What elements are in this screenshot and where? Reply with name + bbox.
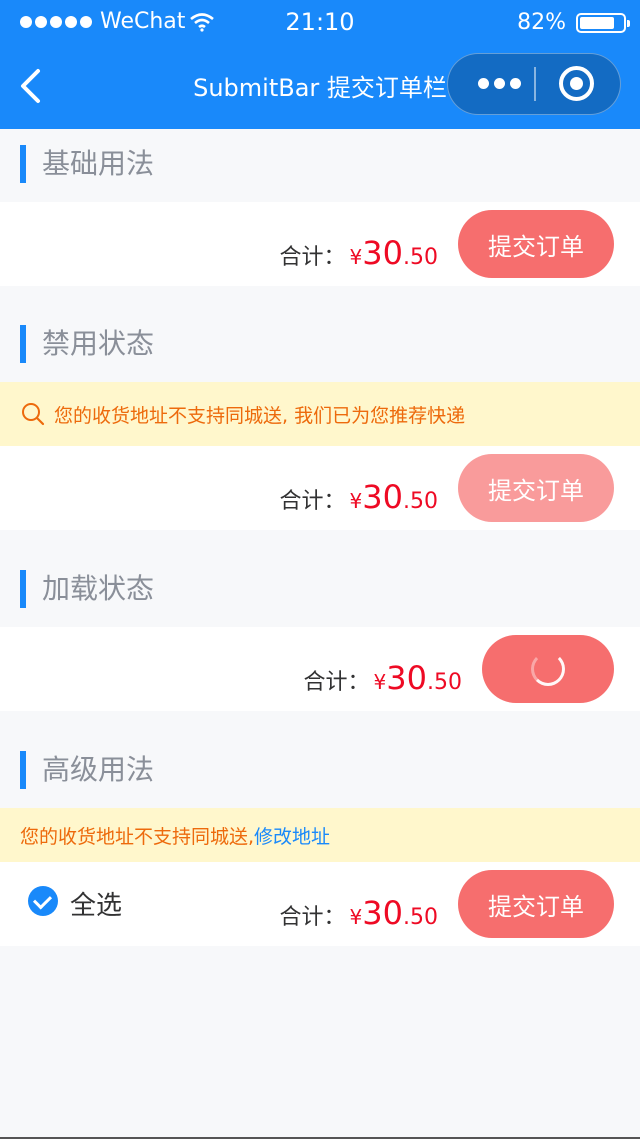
more-icon[interactable] — [468, 54, 530, 113]
mini-program-capsule — [447, 53, 621, 115]
total-price: 合计： ¥ 30 .50 — [280, 234, 438, 272]
price-decimal: .50 — [403, 245, 438, 270]
notice-bar: 您的收货地址不支持同城送, 我们已为您推荐快递 — [0, 382, 640, 446]
battery-status: 82% — [517, 10, 630, 35]
submit-order-button[interactable]: 提交订单 — [458, 210, 614, 278]
currency-symbol: ¥ — [349, 245, 363, 269]
total-label: 合计： — [279, 489, 346, 514]
total-label: 合计： — [279, 245, 346, 270]
currency-symbol: ¥ — [349, 489, 363, 513]
notice-text: 您的收货地址不支持同城送, — [20, 825, 255, 848]
section-title: 加载状态 — [20, 570, 154, 608]
currency-symbol: ¥ — [373, 670, 387, 694]
price-decimal: .50 — [403, 905, 438, 930]
price-integer: 30 — [362, 478, 403, 516]
total-label: 合计： — [279, 905, 346, 930]
section-title: 基础用法 — [20, 145, 154, 183]
modify-address-link[interactable]: 修改地址 — [254, 822, 330, 849]
submit-bar: 合计： ¥ 30 .50 提交订单 — [0, 202, 640, 286]
battery-icon — [576, 12, 630, 33]
currency-symbol: ¥ — [349, 905, 363, 929]
nav-bar: SubmitBar 提交订单栏 — [0, 44, 640, 129]
price-decimal: .50 — [403, 489, 438, 514]
submit-bar-disabled: 合计： ¥ 30 .50 提交订单 — [0, 446, 640, 530]
submit-bar-loading: 合计： ¥ 30 .50 — [0, 627, 640, 711]
notice-text: 您的收货地址不支持同城送, 我们已为您推荐快递 — [54, 404, 466, 427]
capsule-divider — [534, 67, 536, 101]
price-decimal: .50 — [427, 670, 462, 695]
notice-bar: 您的收货地址不支持同城送, 修改地址 — [0, 808, 640, 862]
top-bar: WeChat 21:10 82% SubmitBar 提交订单栏 — [0, 0, 640, 129]
price-integer: 30 — [386, 659, 427, 697]
loading-spinner-icon — [531, 652, 565, 686]
submit-order-button-disabled[interactable]: 提交订单 — [458, 454, 614, 522]
submit-order-button-loading[interactable] — [482, 635, 614, 703]
select-all-checkbox[interactable] — [28, 886, 58, 916]
status-bar: WeChat 21:10 82% — [0, 0, 640, 44]
total-label: 合计： — [303, 670, 370, 695]
battery-percent: 82% — [517, 10, 566, 35]
section-title: 禁用状态 — [20, 325, 154, 363]
total-price: 合计： ¥ 30 .50 — [304, 659, 462, 697]
price-integer: 30 — [362, 234, 403, 272]
section-title: 高级用法 — [20, 751, 154, 789]
submit-order-button[interactable]: 提交订单 — [458, 870, 614, 938]
close-icon[interactable] — [559, 66, 594, 101]
total-price: 合计： ¥ 30 .50 — [280, 894, 438, 932]
total-price: 合计： ¥ 30 .50 — [280, 478, 438, 516]
select-all-label[interactable]: 全选 — [70, 885, 122, 922]
submit-bar-advanced: 全选 合计： ¥ 30 .50 提交订单 — [0, 862, 640, 946]
search-icon — [22, 403, 45, 426]
price-integer: 30 — [362, 894, 403, 932]
